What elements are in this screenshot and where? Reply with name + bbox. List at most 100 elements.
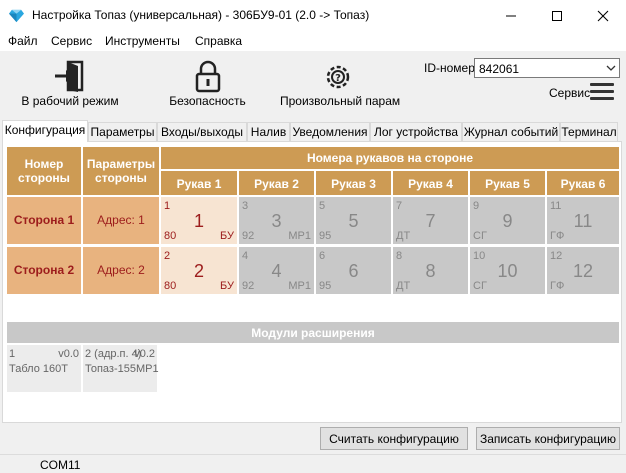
security-label: Безопасность	[169, 94, 246, 108]
nozzle-cell[interactable]: 12 12 ГФ	[547, 247, 619, 294]
menu-service[interactable]: Сервис	[51, 34, 92, 48]
status-bar: COM11	[0, 454, 626, 473]
nozzle-number: 8	[425, 261, 436, 281]
service-label: Сервис	[549, 86, 591, 100]
nozzle-cell[interactable]: 10 10 СГ	[470, 247, 545, 294]
menu-bar: Файл Сервис Инструменты Справка	[0, 31, 626, 51]
minimize-button[interactable]	[488, 0, 534, 31]
nozzle-type: БУ	[220, 280, 234, 292]
id-number-label: ID-номер	[424, 61, 475, 75]
read-config-button[interactable]: Считать конфигурацию	[320, 427, 468, 450]
module-number: 2 (адр.п. 4)	[85, 348, 142, 360]
expansion-module[interactable]: 2 (адр.п. 4) v0.2 Топаз-155МР1	[83, 345, 159, 392]
fuel-grade: 95	[319, 280, 332, 292]
arbitrary-param-button[interactable]: ? Произвольный парам	[280, 51, 401, 113]
nozzle-number: 6	[348, 261, 359, 281]
tab-filling[interactable]: Налив	[247, 122, 290, 141]
module-version: v0.0	[58, 348, 79, 360]
minimize-icon	[506, 15, 516, 17]
svg-text:?: ?	[335, 73, 341, 84]
nozzle-number: 3	[271, 211, 282, 231]
fuel-grade: ГФ	[550, 230, 565, 242]
tab-terminal[interactable]: Терминал	[560, 122, 618, 141]
module-name: Топаз-155МР1	[85, 363, 159, 375]
nozzle-number: 2	[193, 261, 204, 281]
tab-strip: Конфигурация Параметры Входы/выходы Нали…	[2, 120, 624, 142]
window-title: Настройка Топаз (универсальная) - 306БУ9…	[32, 8, 370, 22]
nozzle-type: БУ	[220, 230, 234, 242]
nozzle-cell[interactable]: 7 7 ДТ	[393, 197, 468, 244]
id-number-select[interactable]: 842061	[474, 58, 620, 78]
module-name: Табло 160Т	[9, 363, 68, 375]
configuration-panel: Номер стороны Параметры стороны Номера р…	[2, 141, 622, 423]
side-name[interactable]: Сторона 1	[7, 197, 81, 244]
nozzle-number: 9	[502, 211, 513, 231]
fuel-grade: СГ	[473, 280, 487, 292]
fuel-grade: 92	[242, 280, 255, 292]
nozzle-header-1: Рукав 1	[161, 171, 237, 195]
module-version: v0.2	[134, 348, 155, 360]
fuel-grade: СГ	[473, 230, 487, 242]
nozzle-number: 12	[572, 261, 594, 281]
tab-configuration[interactable]: Конфигурация	[2, 120, 88, 142]
nozzle-cell[interactable]: 4 4 92 МР1	[239, 247, 314, 294]
nozzle-cell[interactable]: 6 6 95	[316, 247, 391, 294]
nozzle-type: МР1	[288, 280, 311, 292]
exit-door-icon	[55, 60, 84, 92]
com-port-status: COM11	[40, 458, 81, 472]
title-bar: Настройка Топаз (универсальная) - 306БУ9…	[0, 0, 626, 31]
nozzle-header-4: Рукав 4	[393, 171, 468, 195]
side-name[interactable]: Сторона 2	[7, 247, 81, 294]
nozzle-cell[interactable]: 2 2 80 БУ	[161, 247, 237, 294]
tab-device-log[interactable]: Лог устройства	[370, 122, 462, 141]
menu-help[interactable]: Справка	[195, 34, 242, 48]
nozzle-cell[interactable]: 11 11 ГФ	[547, 197, 619, 244]
side-params-header: Параметры стороны	[83, 147, 159, 195]
menu-tools[interactable]: Инструменты	[105, 34, 180, 48]
expansion-module[interactable]: 1 v0.0 Табло 160Т	[7, 345, 81, 392]
nozzle-number: 4	[271, 261, 282, 281]
write-config-button[interactable]: Записать конфигурацию	[476, 427, 620, 450]
gear-question-icon: ?	[326, 65, 349, 89]
nozzle-type: МР1	[288, 230, 311, 242]
nozzle-number: 7	[425, 211, 436, 231]
fuel-grade: ГФ	[550, 280, 565, 292]
nozzle-header-2: Рукав 2	[239, 171, 314, 195]
fuel-grade: 95	[319, 230, 332, 242]
nozzle-cell[interactable]: 8 8 ДТ	[393, 247, 468, 294]
hamburger-menu-icon[interactable]	[590, 83, 614, 103]
nozzle-number: 5	[348, 211, 359, 231]
close-icon	[597, 10, 609, 22]
nozzle-number: 1	[193, 211, 204, 231]
diamond-icon	[9, 9, 24, 23]
security-button[interactable]: Безопасность	[160, 51, 255, 113]
side-address[interactable]: Адрес: 1	[83, 197, 159, 244]
work-mode-label: В рабочий режим	[21, 94, 119, 108]
close-button[interactable]	[580, 0, 626, 31]
arbitrary-param-label: Произвольный парам	[280, 94, 401, 108]
tab-event-journal[interactable]: Журнал событий	[462, 122, 560, 141]
nozzle-cell[interactable]: 5 5 95	[316, 197, 391, 244]
nozzle-header-5: Рукав 5	[470, 171, 545, 195]
tab-inputs-outputs[interactable]: Входы/выходы	[157, 122, 247, 141]
module-number: 1	[9, 348, 16, 360]
menu-file[interactable]: Файл	[8, 34, 38, 48]
side-address[interactable]: Адрес: 2	[83, 247, 159, 294]
nozzle-header-6: Рукав 6	[547, 171, 619, 195]
modules-header: Модули расширения	[7, 322, 619, 343]
chevron-down-icon	[606, 65, 616, 71]
id-number-value: 842061	[479, 62, 520, 76]
nozzle-cell[interactable]: 1 1 80 БУ	[161, 197, 237, 244]
tab-parameters[interactable]: Параметры	[88, 122, 157, 141]
fuel-grade: 80	[164, 230, 177, 242]
fuel-grade: 80	[164, 280, 177, 292]
nozzle-cell[interactable]: 3 3 92 МР1	[239, 197, 314, 244]
maximize-button[interactable]	[534, 0, 580, 31]
fuel-grade: 92	[242, 230, 255, 242]
nozzle-header-3: Рукав 3	[316, 171, 391, 195]
nozzle-numbers-header: Номера рукавов на стороне	[161, 147, 619, 169]
fuel-grade: ДТ	[396, 230, 411, 242]
tab-notifications[interactable]: Уведомления	[290, 122, 370, 141]
nozzle-cell[interactable]: 9 9 СГ	[470, 197, 545, 244]
work-mode-button[interactable]: В рабочий режим	[20, 51, 120, 113]
